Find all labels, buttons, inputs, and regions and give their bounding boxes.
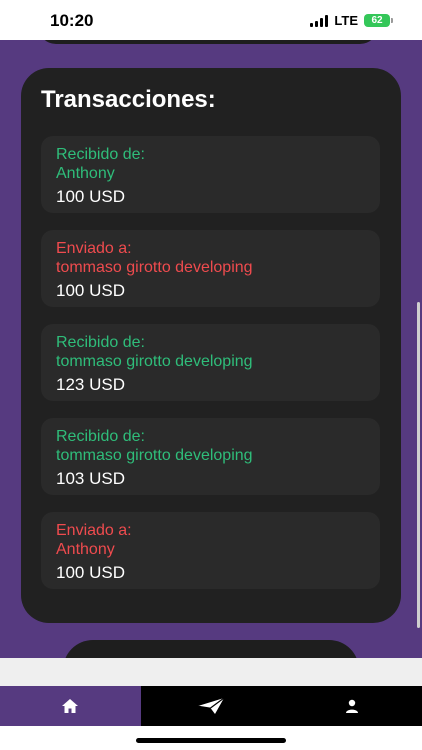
battery-level: 62 (371, 15, 383, 26)
transactions-title: Transacciones: (41, 86, 216, 113)
transaction-amount: 100 USD (56, 563, 125, 582)
previous-card (38, 40, 378, 44)
transaction-party: tommaso girotto developing (56, 259, 253, 276)
home-icon (62, 699, 79, 713)
transaction-amount: 100 USD (56, 281, 125, 300)
transaction-item[interactable]: Recibido de: Anthony 100 USD (41, 136, 380, 213)
network-type: LTE (334, 13, 358, 28)
tab-profile[interactable] (281, 686, 422, 726)
paper-plane-icon (197, 697, 225, 714)
status-time: 10:20 (50, 11, 94, 30)
transaction-direction-label: Recibido de: (56, 334, 145, 351)
transactions-card: Transacciones: Recibido de: Anthony 100 … (21, 68, 401, 623)
transaction-party: tommaso girotto developing (56, 447, 253, 464)
transaction-party: Anthony (56, 165, 115, 182)
scrollbar[interactable] (417, 302, 420, 628)
transaction-party: Anthony (56, 541, 115, 558)
transaction-amount: 123 USD (56, 375, 125, 394)
transaction-direction-label: Recibido de: (56, 146, 145, 163)
transaction-item[interactable]: Enviado a: tommaso girotto developing 10… (41, 230, 380, 307)
transaction-direction-label: Recibido de: (56, 428, 145, 445)
tab-home[interactable] (0, 686, 141, 726)
status-indicators: LTE 62 (310, 13, 393, 28)
user-icon (345, 699, 358, 713)
status-bar: 10:20 LTE 62 (0, 0, 422, 40)
content-scroll-area[interactable]: Transacciones: Recibido de: Anthony 100 … (0, 40, 422, 658)
signal-icon (310, 14, 329, 27)
transaction-item[interactable]: Enviado a: Anthony 100 USD (41, 512, 380, 589)
transaction-direction-label: Enviado a: (56, 240, 132, 257)
transaction-amount: 100 USD (56, 187, 125, 206)
bottom-tab-bar (0, 686, 422, 726)
transaction-item[interactable]: Recibido de: tommaso girotto developing … (41, 324, 380, 401)
battery-icon: 62 (364, 14, 393, 27)
home-indicator[interactable] (136, 738, 286, 743)
transaction-amount: 103 USD (56, 469, 125, 488)
tab-send[interactable] (140, 686, 282, 726)
content-bottom-strip (0, 658, 422, 686)
transaction-item[interactable]: Recibido de: tommaso girotto developing … (41, 418, 380, 495)
transaction-party: tommaso girotto developing (56, 353, 253, 370)
transaction-direction-label: Enviado a: (56, 522, 132, 539)
next-card (63, 640, 359, 658)
